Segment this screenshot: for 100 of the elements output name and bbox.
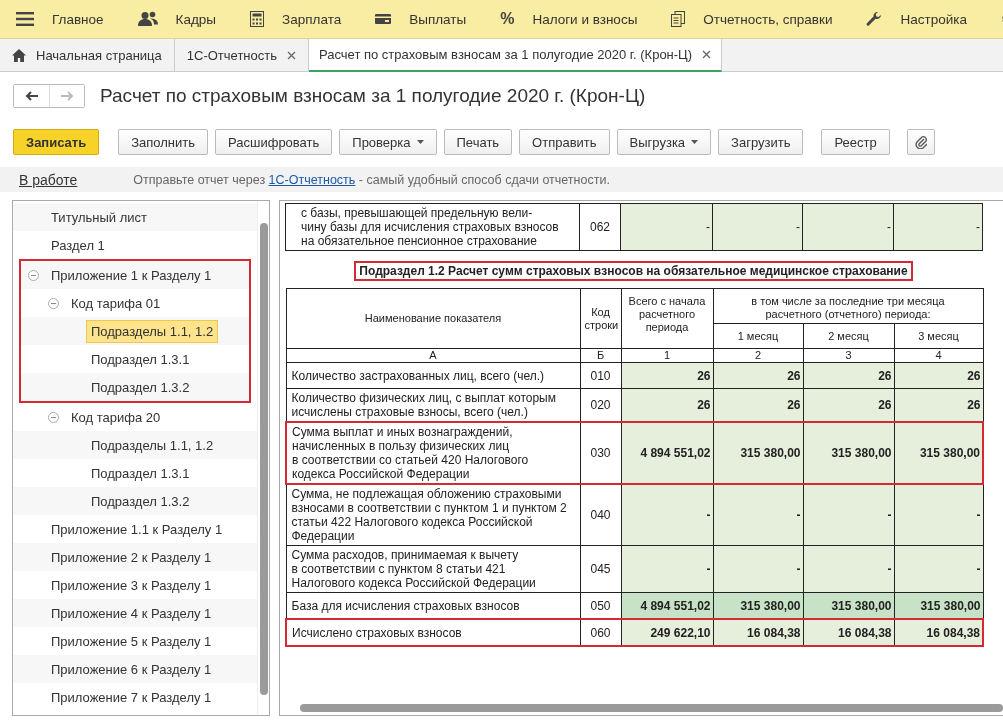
collapse-icon[interactable] [48, 411, 59, 423]
table-cell: с базы, превышающей предельную вели- чину базы для исчисления страховых взносов на обязательное пенсионное страхование [285, 203, 580, 251]
tab[interactable]: Расчет по страховым взносам за 1 полугодие 2020 г. (Крон-Ц) [309, 39, 723, 72]
table-cell: 249 622,10 [621, 619, 713, 646]
tree-item[interactable]: Код тарифа 20 [66, 405, 166, 429]
toolbar-button[interactable]: Отправить [519, 129, 610, 155]
tab[interactable]: Начальная страница [0, 39, 175, 71]
menu-icon [16, 12, 34, 26]
table-cell: 26 [713, 362, 803, 389]
table-cell: - [803, 545, 894, 593]
collapse-icon[interactable] [48, 297, 59, 309]
table-cell: 26 [803, 388, 894, 422]
tree-item[interactable]: Код тарифа 01 [66, 291, 166, 315]
table-cell: - [802, 203, 894, 251]
column-header: 2 месяц [803, 323, 894, 349]
tab[interactable]: 1С-Отчетность [174, 39, 309, 71]
tree-item[interactable]: Подразделы 1.1, 1.2 [86, 319, 219, 343]
table-cell: 26 [713, 388, 803, 422]
table-cell: 315 380,00 [803, 422, 894, 484]
column-header: 1 месяц [713, 323, 803, 349]
close-icon[interactable] [702, 50, 712, 59]
tree-item[interactable]: Приложение 7 к Разделу 1 [46, 685, 217, 709]
table-cell: 040 [580, 484, 621, 546]
table-cell: 045 [580, 545, 621, 593]
column-header: Код строки [580, 288, 621, 349]
tree-item[interactable]: Приложение 5 к Разделу 1 [46, 629, 217, 653]
table-cell: Количество застрахованных лиц, всего (чел.) [286, 362, 580, 389]
column-header: Всего с начала расчетного периода [621, 288, 713, 349]
table-cell: 16 084,38 [894, 619, 983, 646]
menu-item[interactable]: Зарплата [250, 11, 342, 27]
tree-item[interactable]: Подраздел 1.3.1 [86, 461, 195, 485]
column-header: 4 [894, 348, 983, 363]
documents-icon [671, 11, 686, 27]
table-cell: 062 [579, 203, 621, 251]
table-cell: 26 [621, 388, 713, 422]
card-icon [375, 13, 392, 25]
table-cell: 16 084,38 [803, 619, 894, 646]
table-cell: 315 380,00 [894, 422, 983, 484]
table-cell: - [620, 203, 713, 251]
link[interactable]: 1С-Отчетность [268, 172, 356, 187]
table-cell: - [894, 545, 983, 593]
table-cell: Исчислено страховых взносов [286, 619, 580, 646]
menu-item[interactable]: Кадры [137, 11, 217, 27]
left-arrow-icon [24, 91, 39, 101]
collapse-icon[interactable] [28, 269, 39, 281]
table-cell: - [712, 203, 803, 251]
table-cell: База для исчисления страховых взносов [286, 592, 580, 619]
calculator-icon [250, 11, 265, 27]
paperclip-icon [914, 135, 927, 149]
menu-item[interactable]: % Налоги и взносы [500, 10, 638, 28]
table-cell: Количество физических лиц, с выплат которым исчислены страховые взносы, всего (чел.) [286, 388, 580, 422]
menu-item[interactable]: Главное [16, 11, 104, 27]
caret-icon [691, 140, 699, 144]
column-header: Наименование показателя [286, 288, 580, 349]
table-cell: - [894, 484, 983, 546]
right-arrow-icon [60, 91, 74, 101]
table-cell: - [893, 203, 983, 251]
table-cell: 4 894 551,02 [621, 422, 713, 484]
tree-item[interactable]: Раздел 1 [46, 233, 110, 257]
column-header: 3 месяц [894, 323, 983, 349]
table-cell: 26 [803, 362, 894, 389]
column-header: А [286, 348, 580, 363]
dropdown-button[interactable]: Проверка [339, 129, 437, 155]
wrench-icon [866, 11, 883, 27]
table-cell: 315 380,00 [713, 422, 803, 484]
status-link[interactable]: В работе [19, 171, 78, 188]
vertical-scrollbar[interactable] [257, 201, 269, 715]
toolbar-button[interactable]: Загрузить [718, 129, 804, 155]
table-cell: Сумма расходов, принимаемая к вычету в соответствии с пунктом 8 статьи 421 Налогового кодекса Российской Федерации [286, 545, 580, 593]
close-icon[interactable] [287, 50, 296, 60]
people-icon [137, 11, 158, 27]
table-cell: - [803, 484, 894, 546]
toolbar-button[interactable]: Расшифровать [215, 129, 333, 155]
column-header: Б [580, 348, 621, 363]
table-cell: - [713, 545, 803, 593]
tree-item[interactable]: Приложение 1.1 к Разделу 1 [46, 517, 228, 541]
home-icon [12, 48, 26, 62]
menu-item[interactable]: Выплаты [375, 11, 467, 27]
table-cell: - [621, 484, 713, 546]
table-cell: Сумма, не подлежащая обложению страховыми взносами в соответствии с пунктом 1 и пунктом 2 статьи 422 Налогового кодекса Российской Федерации [286, 484, 580, 546]
tree-item[interactable]: Подраздел 1.3.1 [86, 347, 195, 371]
table-cell: 26 [894, 388, 983, 422]
column-header: в том числе за последние три месяца расчетного (отчетного) периода: [713, 288, 983, 324]
attach-button[interactable] [906, 129, 935, 155]
table-cell: Сумма выплат и иных вознаграждений, начисленных в пользу физических лиц в соответствии со статьей 420 Налогового кодекса Российской Федерации [286, 422, 580, 484]
table-cell: 26 [894, 362, 983, 389]
toolbar-button[interactable]: Печать [443, 129, 513, 155]
tree-item[interactable]: Приложение 3 к Разделу 1 [46, 573, 217, 597]
save-button[interactable]: Записать [13, 129, 100, 155]
column-header: 1 [621, 348, 713, 363]
menu-item[interactable]: Отчетность, справки [671, 11, 833, 27]
table-cell: 010 [580, 362, 621, 389]
form-title: Расчет по страховым взносам за 1 полугодие 2020 г. (Крон-Ц) [100, 85, 646, 107]
dropdown-button[interactable]: Выгрузка [616, 129, 712, 155]
table-cell: - [713, 484, 803, 546]
table-cell: - [621, 545, 713, 593]
menu-item[interactable]: Настройка [866, 11, 967, 27]
toolbar-button[interactable]: Реестр [821, 129, 890, 155]
toolbar-button[interactable]: Заполнить [118, 129, 209, 155]
caret-icon [416, 140, 424, 144]
